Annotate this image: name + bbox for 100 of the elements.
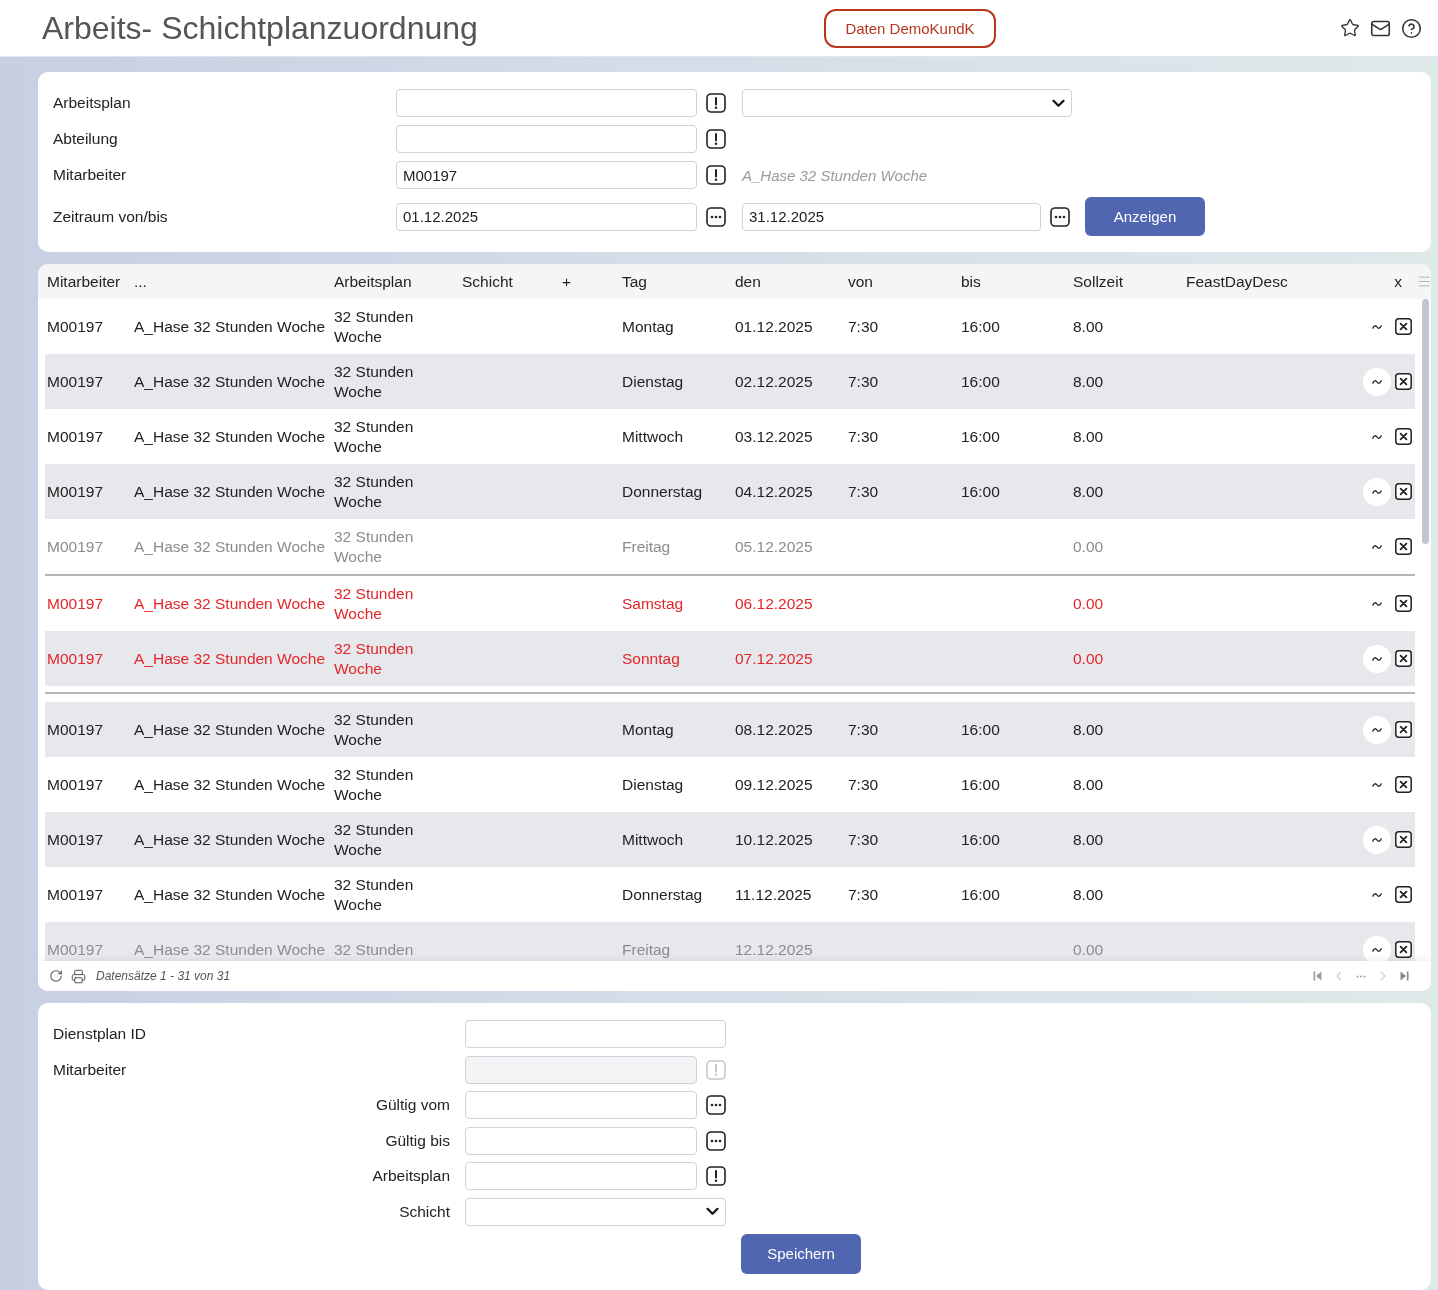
input-field[interactable]: M00197 bbox=[396, 161, 697, 189]
field-label: Abteilung bbox=[53, 130, 118, 148]
ellipsis-square-icon[interactable] bbox=[706, 1130, 726, 1151]
field-label: Arbeitsplan bbox=[372, 1167, 450, 1185]
first-page-icon[interactable] bbox=[1313, 971, 1322, 981]
table-cell-text: A_Hase 32 Stunden Woche bbox=[133, 719, 325, 740]
table-cell-text: M00197 bbox=[46, 593, 103, 614]
input-field[interactable] bbox=[396, 125, 697, 153]
table-cell-text: A_Hase 32 Stunden Woche bbox=[133, 426, 325, 447]
table-cell-text: M00197 bbox=[46, 371, 103, 392]
table-cell-text: 7:30 bbox=[847, 719, 879, 740]
table-cell-text: A_Hase 32 Stunden Woche bbox=[133, 593, 325, 614]
table-cell-text: 16:00 bbox=[960, 774, 1000, 795]
field-label: Zeitraum von/bis bbox=[53, 207, 168, 226]
table-cell-text: 12.12.2025 bbox=[734, 939, 813, 960]
record-count: Datensätze 1 - 31 von 31 bbox=[96, 969, 231, 983]
table-cell-text: Dienstag bbox=[621, 774, 684, 795]
x-square-icon[interactable] bbox=[1395, 886, 1412, 903]
table-cell-text: Mittwoch bbox=[621, 426, 684, 447]
table-cell-text: 16:00 bbox=[960, 371, 1000, 392]
table-cell-text: M00197 bbox=[46, 536, 103, 557]
page-title: Arbeits- Schichtplanzuordnung bbox=[42, 9, 478, 47]
ellipsis-icon[interactable] bbox=[1356, 974, 1366, 978]
exclamation-square-icon[interactable] bbox=[706, 1166, 726, 1186]
table-cell-text: A_Hase 32 Stunden Woche bbox=[133, 939, 325, 960]
field-label: Mitarbeiter bbox=[53, 1060, 127, 1079]
input-field[interactable] bbox=[465, 1162, 697, 1190]
table-cell-text: 16:00 bbox=[960, 316, 1000, 337]
x-square-icon[interactable] bbox=[1395, 318, 1412, 335]
table-cell-text: 32 Stunden Woche bbox=[333, 471, 415, 512]
table-cell-text: 0.00 bbox=[1072, 593, 1104, 614]
table-cell-text: 32 Stunden Woche bbox=[333, 638, 415, 679]
table-cell-text: A_Hase 32 Stunden Woche bbox=[133, 481, 325, 502]
input-field[interactable]: 31.12.2025 bbox=[742, 202, 1041, 231]
tilde-icon bbox=[1372, 600, 1382, 607]
exclamation-square-icon[interactable] bbox=[706, 165, 726, 185]
column-header[interactable]: von bbox=[846, 272, 873, 291]
table-cell-text: A_Hase 32 Stunden Woche bbox=[133, 316, 325, 337]
input-field[interactable] bbox=[465, 1126, 697, 1155]
ellipsis-square-icon[interactable] bbox=[1050, 206, 1070, 227]
input-field[interactable] bbox=[465, 1020, 726, 1048]
table-cell-text: 32 Stunden Woche bbox=[333, 361, 415, 402]
exclamation-square-icon[interactable] bbox=[706, 129, 726, 149]
table-cell-text: 7:30 bbox=[847, 829, 879, 850]
table-cell-text: A_Hase 32 Stunden Woche bbox=[133, 371, 325, 392]
select-field[interactable] bbox=[465, 1197, 726, 1226]
ellipsis-square-icon[interactable] bbox=[706, 1095, 726, 1115]
table-cell-text: 32 Stunden Woche bbox=[333, 819, 415, 860]
column-header[interactable]: bis bbox=[959, 272, 981, 291]
column-header[interactable]: x bbox=[1392, 272, 1402, 291]
table-cell-text: Mittwoch bbox=[621, 829, 684, 850]
column-header[interactable]: den bbox=[733, 272, 761, 291]
table-cell-text: 16:00 bbox=[960, 481, 1000, 502]
x-square-icon[interactable] bbox=[1395, 831, 1412, 848]
input-field[interactable]: 01.12.2025 bbox=[396, 202, 697, 231]
column-header[interactable]: + bbox=[560, 272, 572, 291]
select-field[interactable] bbox=[742, 89, 1072, 117]
column-header[interactable]: ... bbox=[132, 272, 147, 291]
table-cell-text: M00197 bbox=[46, 316, 103, 337]
x-square-icon[interactable] bbox=[1395, 428, 1412, 445]
column-header[interactable]: Tag bbox=[620, 272, 647, 291]
field-label: Arbeitsplan bbox=[53, 94, 131, 112]
help-icon[interactable] bbox=[1401, 17, 1422, 39]
row-action-button[interactable] bbox=[1363, 935, 1391, 961]
table-cell-text: 09.12.2025 bbox=[734, 774, 813, 795]
table-cell-text: A_Hase 32 Stunden Woche bbox=[133, 774, 325, 795]
table-cell-text: 08.12.2025 bbox=[734, 719, 813, 740]
star-icon[interactable] bbox=[1340, 18, 1360, 38]
input-field[interactable] bbox=[396, 89, 697, 117]
table-cell-text: 0.00 bbox=[1072, 648, 1104, 669]
x-square-icon[interactable] bbox=[1395, 776, 1412, 793]
column-header[interactable]: Arbeitsplan bbox=[332, 272, 412, 291]
column-header[interactable]: Schicht bbox=[460, 272, 513, 291]
save-button[interactable]: Speichern bbox=[741, 1233, 861, 1274]
exclamation-square-icon[interactable] bbox=[706, 93, 726, 113]
x-square-icon[interactable] bbox=[1395, 941, 1412, 958]
column-header[interactable]: FeastDayDesc bbox=[1184, 272, 1288, 291]
x-square-icon[interactable] bbox=[1395, 595, 1412, 612]
table-cell-text: Freitag bbox=[621, 939, 671, 960]
column-header[interactable]: Mitarbeiter bbox=[45, 272, 121, 291]
print-icon[interactable] bbox=[71, 968, 86, 984]
last-page-icon[interactable] bbox=[1400, 971, 1409, 981]
input-field[interactable] bbox=[465, 1091, 697, 1119]
table-cell-text: 32 Stunden Woche bbox=[333, 709, 415, 750]
x-square-icon[interactable] bbox=[1395, 721, 1412, 738]
x-square-icon[interactable] bbox=[1395, 538, 1412, 555]
show-button[interactable]: Anzeigen bbox=[1085, 197, 1205, 236]
scrollbar-thumb[interactable] bbox=[1422, 299, 1429, 544]
tilde-icon bbox=[1372, 836, 1382, 843]
tilde-icon bbox=[1372, 726, 1382, 733]
x-square-icon[interactable] bbox=[1395, 650, 1412, 667]
refresh-icon[interactable] bbox=[49, 969, 63, 983]
ellipsis-square-icon[interactable] bbox=[706, 206, 726, 227]
table-cell-text: Dienstag bbox=[621, 371, 684, 392]
x-square-icon[interactable] bbox=[1395, 483, 1412, 500]
table-cell-text: Sonntag bbox=[621, 648, 680, 669]
tilde-icon bbox=[1372, 543, 1382, 550]
x-square-icon[interactable] bbox=[1395, 373, 1412, 390]
column-header[interactable]: Sollzeit bbox=[1071, 272, 1123, 291]
menu-icon[interactable] bbox=[1417, 274, 1431, 289]
